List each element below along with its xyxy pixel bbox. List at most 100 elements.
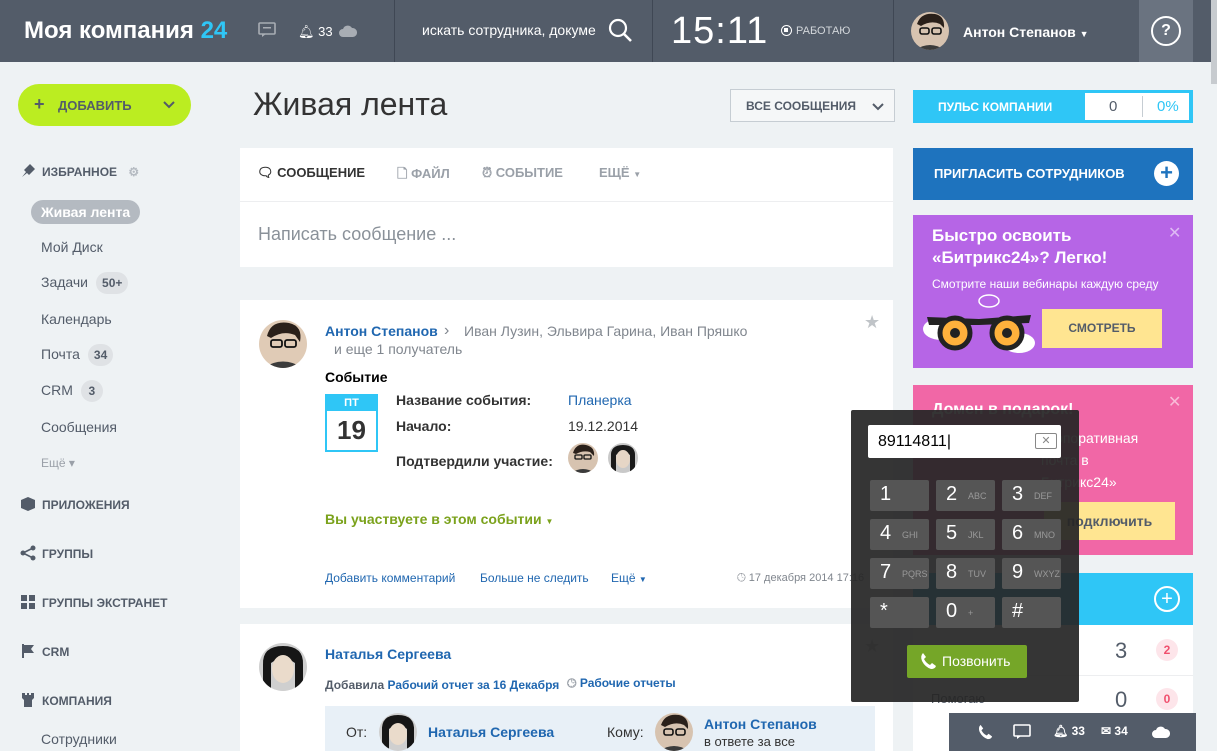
phone-number-input[interactable]: 89114811| ✕ xyxy=(868,425,1061,458)
sidebar-company[interactable]: КОМПАНИЯ xyxy=(20,692,112,708)
notifications-count: 33 xyxy=(318,24,333,39)
search-icon[interactable] xyxy=(607,17,633,43)
post-more-recipients[interactable]: и еще 1 получатель xyxy=(334,341,462,357)
sidebar-more[interactable]: Ещё ▾ xyxy=(41,456,75,470)
dial-key[interactable]: 4 GHI xyxy=(870,519,929,550)
invite-employees-button[interactable]: ПРИГЛАСИТЬ СОТРУДНИКОВ + xyxy=(913,148,1193,200)
feed-post: Наталья Сергеева ★ Добавила Рабочий отче… xyxy=(240,624,893,751)
notifications-button[interactable]: 🔔︎ 33 xyxy=(298,24,333,40)
from-name-link[interactable]: Наталья Сергеева xyxy=(428,724,554,740)
dial-key[interactable]: 6 MNO xyxy=(1002,519,1061,550)
tab-message[interactable]: 🗨︎ СООБЩЕНИЕ xyxy=(257,165,365,181)
sidebar-apps[interactable]: ПРИЛОЖЕНИЯ xyxy=(20,496,130,512)
sidebar-crm[interactable]: CRM xyxy=(20,643,69,659)
clock[interactable]: 15:11 xyxy=(671,10,768,53)
sidebar-item-employees[interactable]: Сотрудники xyxy=(41,731,117,747)
dial-key[interactable]: 3 DEF xyxy=(1002,480,1061,511)
mail-button[interactable]: ✉ 34 xyxy=(1101,724,1128,738)
sidebar-item-calendar[interactable]: Календарь xyxy=(41,311,112,327)
event-name-link[interactable]: Планерка xyxy=(568,392,632,408)
phone-icon xyxy=(921,653,936,669)
tab-event[interactable]: ⏰︎ СОБЫТИЕ xyxy=(482,165,563,181)
gear-icon[interactable]: ⚙ xyxy=(128,165,139,179)
chat-icon[interactable] xyxy=(1013,724,1031,740)
unfollow-link[interactable]: Больше не следить xyxy=(480,571,589,585)
dial-key[interactable]: 8 TUV xyxy=(936,558,995,589)
glasses-illustration-icon xyxy=(923,294,1035,353)
watch-button[interactable]: СМОТРЕТЬ xyxy=(1042,309,1162,348)
dial-key[interactable]: 2 ABC xyxy=(936,480,995,511)
report-link[interactable]: Рабочий отчет за 16 Декабря xyxy=(388,678,560,692)
search-input[interactable]: искать сотрудника, докуме xyxy=(422,22,598,38)
tasks-help-count[interactable]: 0 xyxy=(1115,687,1127,713)
sidebar-favorites[interactable]: ИЗБРАННОЕ ⚙ xyxy=(20,163,139,179)
dial-key[interactable]: # xyxy=(1002,597,1061,628)
user-menu[interactable]: Антон Степанов ▼ xyxy=(963,24,1089,40)
post-author-link[interactable]: Наталья Сергеева xyxy=(325,646,451,662)
work-status-button[interactable]: РАБОТАЮ xyxy=(781,25,850,37)
webinar-promo: Быстро освоить «Битрикс24»? Легко! Смотр… xyxy=(913,215,1193,368)
add-button[interactable]: + ДОБАВИТЬ xyxy=(18,84,191,126)
file-icon: 🗋︎ xyxy=(397,166,408,181)
reports-link[interactable]: 🕒︎ Рабочие отчеты xyxy=(567,676,676,691)
company-logo[interactable]: Моя компания 24 xyxy=(24,17,227,45)
add-comment-link[interactable]: Добавить комментарий xyxy=(325,571,455,585)
scrollbar[interactable] xyxy=(1211,0,1217,84)
plus-icon: + xyxy=(34,94,45,114)
mail-badge: 34 xyxy=(87,344,114,366)
author-avatar[interactable] xyxy=(259,643,307,691)
tab-more[interactable]: ЕЩЁ ▼ xyxy=(599,165,641,180)
dial-key[interactable]: 5 JKL xyxy=(936,519,995,550)
tasks-count[interactable]: 3 xyxy=(1115,638,1127,664)
bell-icon: 🔔︎ xyxy=(1053,724,1069,738)
star-icon[interactable]: ★ xyxy=(864,312,880,333)
sidebar-item-mail[interactable]: Почта 34 xyxy=(41,344,114,366)
close-icon[interactable]: ✕ xyxy=(1168,392,1181,412)
dial-key[interactable]: 0 + xyxy=(936,597,995,628)
plus-icon[interactable]: + xyxy=(1154,586,1180,612)
feed-post: Антон Степанов › Иван Лузин, Эльвира Гар… xyxy=(240,300,893,608)
dial-key[interactable]: 9 WXYZ xyxy=(1002,558,1061,589)
sidebar-item-tasks[interactable]: Задачи 50+ xyxy=(41,272,129,294)
report-card: От: Наталья Сергеева Кому: Антон Степано… xyxy=(325,706,875,751)
tab-file[interactable]: 🗋︎ ФАЙЛ xyxy=(397,165,450,187)
sidebar-extranet[interactable]: ГРУППЫ ЭКСТРАНЕТ xyxy=(20,594,167,610)
flag-icon xyxy=(22,644,34,658)
feed-filter-select[interactable]: ВСЕ СООБЩЕНИЯ xyxy=(730,89,895,122)
post-recipients[interactable]: Иван Лузин, Эльвира Гарина, Иван Пряшко xyxy=(464,323,747,339)
participant-avatar[interactable] xyxy=(608,443,638,473)
close-icon[interactable]: ✕ xyxy=(1168,223,1181,243)
to-name-link[interactable]: Антон Степанов xyxy=(704,716,817,732)
top-bar: Моя компания 24 🔔︎ 33 искать сотрудника,… xyxy=(0,0,1217,62)
message-input[interactable]: Написать сообщение ... xyxy=(258,224,456,245)
from-avatar[interactable] xyxy=(379,713,417,751)
chat-icon[interactable] xyxy=(258,22,276,38)
user-avatar[interactable] xyxy=(911,12,949,50)
call-button[interactable]: Позвонить xyxy=(907,645,1027,678)
notifications-button[interactable]: 🔔︎ 33 xyxy=(1053,724,1085,738)
sidebar-groups[interactable]: ГРУППЫ xyxy=(20,545,93,561)
post-author-link[interactable]: Антон Степанов xyxy=(325,323,438,339)
sidebar-item-disk[interactable]: Мой Диск xyxy=(41,239,103,255)
help-button[interactable]: ? xyxy=(1139,0,1193,62)
event-participation-dropdown[interactable]: Вы участвуете в этом событии ▼ xyxy=(325,511,553,527)
plus-icon: + xyxy=(1154,161,1179,186)
post-date: 🕒︎ 17 декабря 2014 17:16 xyxy=(737,572,865,584)
sidebar-item-messages[interactable]: Сообщения xyxy=(41,419,117,435)
sidebar-item-crm[interactable]: CRM 3 xyxy=(41,380,103,402)
to-avatar[interactable] xyxy=(655,713,693,751)
post-more-menu[interactable]: Ещё ▼ xyxy=(611,571,647,585)
cloud-icon[interactable] xyxy=(1152,725,1170,739)
phone-icon[interactable] xyxy=(977,724,993,740)
sidebar-item-live-feed[interactable]: Живая лента xyxy=(31,200,141,224)
to-label: Кому: xyxy=(607,724,644,740)
company-pulse[interactable]: ПУЛЬС КОМПАНИИ 0 0% xyxy=(913,90,1193,123)
from-label: От: xyxy=(346,724,368,740)
cloud-icon[interactable] xyxy=(339,24,357,38)
author-avatar[interactable] xyxy=(259,320,307,368)
participant-avatar[interactable] xyxy=(568,443,598,473)
clear-icon[interactable]: ✕ xyxy=(1035,433,1057,449)
dial-key[interactable]: 1 xyxy=(870,480,929,511)
dial-key[interactable]: 7 PQRS xyxy=(870,558,929,589)
dial-key[interactable]: * xyxy=(870,597,929,628)
